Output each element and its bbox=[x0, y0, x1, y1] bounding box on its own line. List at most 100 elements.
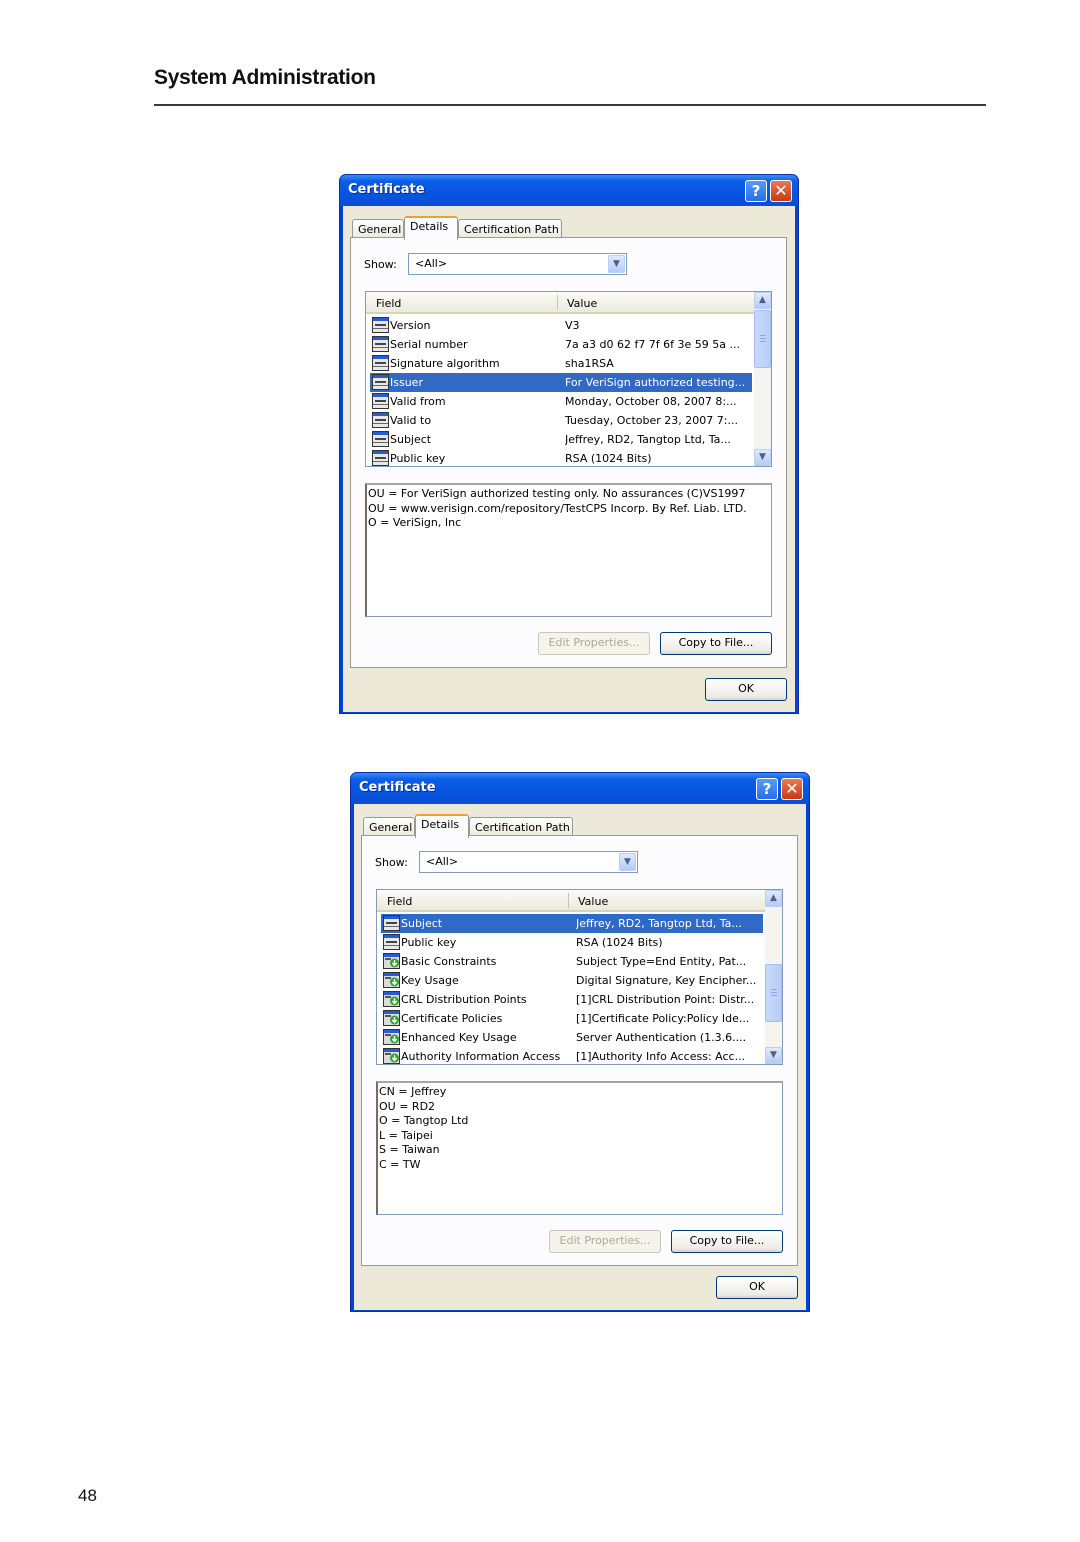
chevron-down-icon[interactable]: ▼ bbox=[619, 853, 636, 871]
show-dropdown[interactable]: <All> ▼ bbox=[408, 253, 627, 275]
field-name: Basic Constraints bbox=[401, 955, 497, 968]
copy-to-file-button[interactable]: Copy to File... bbox=[671, 1230, 783, 1253]
grip-icon bbox=[771, 989, 777, 996]
field-name: Key Usage bbox=[401, 974, 459, 987]
extension-icon bbox=[383, 972, 400, 988]
list-item[interactable]: Key Usage Digital Signature, Key Encipher… bbox=[381, 971, 763, 990]
close-icon: ✕ bbox=[785, 779, 799, 798]
field-name: Subject bbox=[401, 917, 443, 930]
close-button[interactable]: ✕ bbox=[770, 180, 792, 202]
detail-line: S = Taiwan bbox=[379, 1143, 440, 1157]
list-item[interactable]: Signature algorithm sha1RSA bbox=[370, 354, 752, 373]
property-icon bbox=[372, 355, 389, 371]
copy-to-file-button[interactable]: Copy to File... bbox=[660, 632, 772, 655]
list-item[interactable]: Public key RSA (1024 Bits) bbox=[370, 449, 752, 466]
vertical-scrollbar[interactable]: ▲ ▼ bbox=[765, 890, 782, 1064]
field-name: Version bbox=[390, 319, 431, 332]
tab-general[interactable]: General bbox=[352, 219, 404, 239]
show-label: Show: bbox=[375, 856, 408, 869]
field-list[interactable]: Field Value Version V3 Serial number 7a a3 … bbox=[365, 291, 772, 467]
title-bar[interactable]: Certificate ? ✕ bbox=[340, 175, 798, 206]
chevron-down-icon[interactable]: ▼ bbox=[608, 255, 625, 273]
list-item[interactable]: Authority Information Access [1]Authority… bbox=[381, 1047, 763, 1064]
field-name: Enhanced Key Usage bbox=[401, 1031, 517, 1044]
list-item[interactable]: Basic Constraints Subject Type=End Entity… bbox=[381, 952, 763, 971]
field-value: Tuesday, October 23, 2007 7:... bbox=[565, 414, 738, 427]
list-item[interactable]: Certificate Policies [1]Certificate Polic… bbox=[381, 1009, 763, 1028]
extension-icon bbox=[383, 1029, 400, 1045]
property-icon bbox=[372, 450, 389, 466]
tab-certification-path[interactable]: Certification Path bbox=[458, 219, 562, 239]
property-icon bbox=[372, 317, 389, 333]
scroll-down-button[interactable]: ▼ bbox=[765, 1047, 782, 1064]
list-rows: Version V3 Serial number 7a a3 d0 62 f7 7f … bbox=[370, 316, 752, 466]
property-icon bbox=[372, 374, 389, 390]
property-icon bbox=[372, 412, 389, 428]
scroll-down-button[interactable]: ▼ bbox=[754, 449, 771, 466]
column-header-field[interactable]: Field bbox=[387, 895, 412, 908]
page-header: System Administration bbox=[154, 66, 376, 89]
dialog-title: Certificate bbox=[359, 780, 436, 795]
help-button[interactable]: ? bbox=[745, 180, 767, 202]
tab-general[interactable]: General bbox=[363, 817, 415, 837]
extension-icon bbox=[383, 953, 400, 969]
property-icon bbox=[372, 393, 389, 409]
column-separator[interactable] bbox=[557, 295, 558, 310]
list-item[interactable]: Subject Jeffrey, RD2, Tangtop Ltd, Ta... bbox=[370, 430, 752, 449]
list-item[interactable]: Public key RSA (1024 Bits) bbox=[381, 933, 763, 952]
vertical-scrollbar[interactable]: ▲ ▼ bbox=[754, 292, 771, 466]
details-panel: Show: <All> ▼ Field Value Subject Jeffrey… bbox=[361, 835, 798, 1266]
show-dropdown[interactable]: <All> ▼ bbox=[419, 851, 638, 873]
help-button[interactable]: ? bbox=[756, 778, 778, 800]
edit-properties-button[interactable]: Edit Properties... bbox=[549, 1230, 661, 1253]
list-item[interactable]: Issuer For VeriSign authorized testing... bbox=[370, 373, 752, 392]
header-rule bbox=[154, 104, 986, 106]
page-number: 48 bbox=[78, 1486, 97, 1505]
column-header-field[interactable]: Field bbox=[376, 297, 401, 310]
scroll-up-button[interactable]: ▲ bbox=[765, 890, 782, 907]
field-list[interactable]: Field Value Subject Jeffrey, RD2, Tangtop… bbox=[376, 889, 783, 1065]
tab-details[interactable]: Details bbox=[404, 216, 458, 240]
field-value: For VeriSign authorized testing... bbox=[565, 376, 746, 389]
field-name: Valid to bbox=[390, 414, 432, 427]
ok-button[interactable]: OK bbox=[716, 1276, 798, 1299]
tab-certification-path[interactable]: Certification Path bbox=[469, 817, 573, 837]
title-bar[interactable]: Certificate ? ✕ bbox=[351, 773, 809, 804]
column-header-value[interactable]: Value bbox=[578, 895, 608, 908]
close-button[interactable]: ✕ bbox=[781, 778, 803, 800]
ok-button[interactable]: OK bbox=[705, 678, 787, 701]
column-header-value[interactable]: Value bbox=[567, 297, 597, 310]
field-value: Server Authentication (1.3.6.... bbox=[576, 1031, 747, 1044]
edit-properties-button[interactable]: Edit Properties... bbox=[538, 632, 650, 655]
field-value: RSA (1024 Bits) bbox=[565, 452, 652, 465]
column-separator[interactable] bbox=[568, 893, 569, 908]
question-icon: ? bbox=[751, 182, 761, 200]
field-detail-box[interactable]: CN = Jeffrey OU = RD2 O = Tangtop Ltd L = T… bbox=[376, 1081, 783, 1215]
detail-line: CN = Jeffrey bbox=[379, 1085, 447, 1098]
field-name: Certificate Policies bbox=[401, 1012, 503, 1025]
list-rows: Subject Jeffrey, RD2, Tangtop Ltd, Ta... P… bbox=[381, 914, 763, 1064]
property-icon bbox=[372, 336, 389, 352]
list-item[interactable]: Enhanced Key Usage Server Authentication … bbox=[381, 1028, 763, 1047]
list-item[interactable]: Valid from Monday, October 08, 2007 8:... bbox=[370, 392, 752, 411]
dialog-body: General Details Certification Path Show:… bbox=[354, 804, 806, 1310]
field-name: CRL Distribution Points bbox=[401, 993, 527, 1006]
list-item[interactable]: Subject Jeffrey, RD2, Tangtop Ltd, Ta... bbox=[381, 914, 763, 933]
scroll-thumb[interactable] bbox=[765, 964, 782, 1022]
certificate-dialog-subject: Certificate ? ✕ General Details Certific… bbox=[350, 772, 810, 1312]
scroll-up-button[interactable]: ▲ bbox=[754, 292, 771, 309]
list-item[interactable]: CRL Distribution Points [1]CRL Distributi… bbox=[381, 990, 763, 1009]
field-name: Issuer bbox=[390, 376, 423, 389]
list-item[interactable]: Valid to Tuesday, October 23, 2007 7:... bbox=[370, 411, 752, 430]
property-icon bbox=[383, 934, 400, 950]
field-detail-box[interactable]: OU = For VeriSign authorized testing onl… bbox=[365, 483, 772, 617]
field-value: [1]Certificate Policy:Policy Ide... bbox=[576, 1012, 750, 1025]
list-item[interactable]: Version V3 bbox=[370, 316, 752, 335]
tab-details[interactable]: Details bbox=[415, 814, 469, 838]
scroll-thumb[interactable] bbox=[754, 310, 771, 368]
list-item[interactable]: Serial number 7a a3 d0 62 f7 7f 6f 3e 59 … bbox=[370, 335, 752, 354]
field-name: Authority Information Access bbox=[401, 1050, 561, 1063]
field-value: Jeffrey, RD2, Tangtop Ltd, Ta... bbox=[576, 917, 742, 930]
detail-line: OU = www.verisign.com/repository/TestCPS… bbox=[368, 501, 747, 515]
field-value: 7a a3 d0 62 f7 7f 6f 3e 59 5a ... bbox=[565, 338, 741, 351]
